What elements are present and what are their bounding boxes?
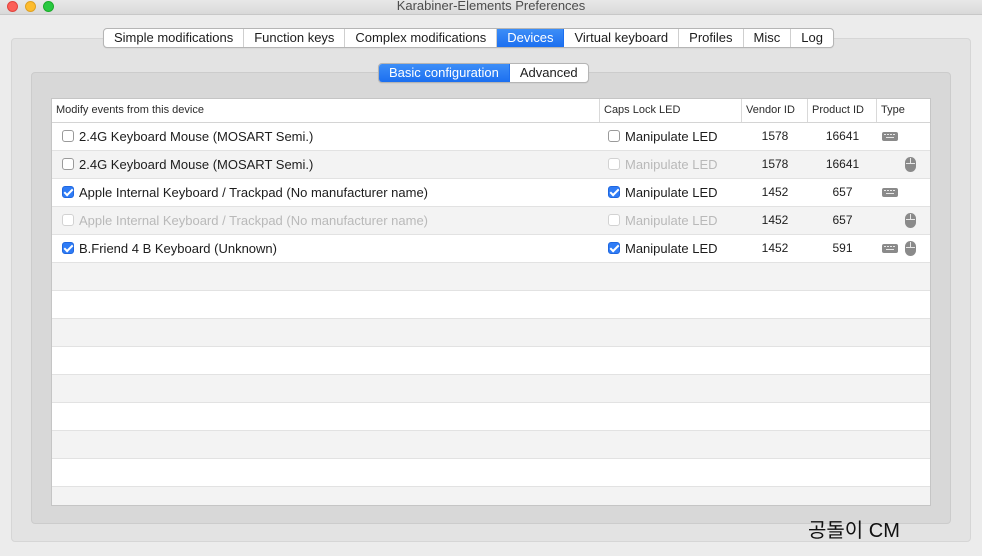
caps-lock-led-cell: Manipulate LED xyxy=(608,235,742,262)
device-type xyxy=(877,235,930,262)
device-type xyxy=(877,151,930,178)
keyboard-icon xyxy=(882,244,898,253)
keyboard-icon xyxy=(882,132,898,141)
modify-cell: B.Friend 4 B Keyboard (Unknown) xyxy=(52,235,600,262)
mouse-icon xyxy=(905,241,916,256)
table-row: Apple Internal Keyboard / Trackpad (No m… xyxy=(52,179,930,207)
vendor-id: 1578 xyxy=(761,157,789,171)
modify-events-checkbox[interactable] xyxy=(62,158,74,170)
subtab-basic-configuration[interactable]: Basic configuration xyxy=(379,64,510,82)
product-id: 16641 xyxy=(825,129,860,143)
device-type xyxy=(877,123,930,150)
column-header-product-id[interactable]: Product ID xyxy=(808,99,877,122)
product-id: 591 xyxy=(832,241,853,255)
manipulate-led-label: Manipulate LED xyxy=(625,241,718,256)
modify-events-checkbox xyxy=(62,214,74,226)
modify-cell: Apple Internal Keyboard / Trackpad (No m… xyxy=(52,179,600,206)
empty-table-row xyxy=(52,403,930,431)
device-name: Apple Internal Keyboard / Trackpad (No m… xyxy=(79,213,429,228)
tab-complex-modifications[interactable]: Complex modifications xyxy=(345,29,498,47)
table-row: 2.4G Keyboard Mouse (MOSART Semi.) Manipu… xyxy=(52,123,930,151)
column-header-modify[interactable]: Modify events from this device xyxy=(52,99,600,122)
tab-virtual-keyboard[interactable]: Virtual keyboard xyxy=(564,29,680,47)
column-header-caps-lock-led[interactable]: Caps Lock LED xyxy=(600,99,742,122)
empty-table-row xyxy=(52,347,930,375)
modify-cell: 2.4G Keyboard Mouse (MOSART Semi.) xyxy=(52,151,600,178)
caps-lock-led-cell: Manipulate LED xyxy=(608,151,742,178)
manipulate-led-label: Manipulate LED xyxy=(625,213,718,228)
title-bar: Karabiner-Elements Preferences xyxy=(0,0,982,15)
mouse-icon xyxy=(905,213,916,228)
modify-cell: Apple Internal Keyboard / Trackpad (No m… xyxy=(52,207,600,234)
column-header-vendor-id[interactable]: Vendor ID xyxy=(742,99,808,122)
manipulate-led-checkbox xyxy=(608,214,620,226)
devices-table: Modify events from this device Caps Lock… xyxy=(51,98,931,506)
empty-table-row xyxy=(52,319,930,347)
tab-misc[interactable]: Misc xyxy=(744,29,792,47)
manipulate-led-checkbox[interactable] xyxy=(608,186,620,198)
tab-devices[interactable]: Devices xyxy=(497,29,565,47)
product-id: 16641 xyxy=(825,157,860,171)
table-body: 2.4G Keyboard Mouse (MOSART Semi.) Manipu… xyxy=(52,123,930,505)
empty-table-row xyxy=(52,459,930,487)
keyboard-icon xyxy=(882,188,898,197)
empty-table-row xyxy=(52,263,930,291)
modify-events-checkbox[interactable] xyxy=(62,130,74,142)
table-row: B.Friend 4 B Keyboard (Unknown) Manipulat… xyxy=(52,235,930,263)
device-name: 2.4G Keyboard Mouse (MOSART Semi.) xyxy=(79,129,314,144)
vendor-id: 1452 xyxy=(761,213,789,227)
caps-lock-led-cell: Manipulate LED xyxy=(608,123,742,150)
empty-table-row xyxy=(52,375,930,403)
device-name: B.Friend 4 B Keyboard (Unknown) xyxy=(79,241,277,256)
tab-profiles[interactable]: Profiles xyxy=(679,29,744,47)
mouse-icon xyxy=(905,157,916,172)
product-id: 657 xyxy=(832,213,853,227)
manipulate-led-checkbox[interactable] xyxy=(608,242,620,254)
column-header-type[interactable]: Type xyxy=(877,99,930,122)
subtab-advanced[interactable]: Advanced xyxy=(510,64,588,82)
modify-cell: 2.4G Keyboard Mouse (MOSART Semi.) xyxy=(52,123,600,150)
manipulate-led-label: Manipulate LED xyxy=(625,157,718,172)
manipulate-led-checkbox xyxy=(608,158,620,170)
tab-simple-modifications[interactable]: Simple modifications xyxy=(104,29,245,47)
window-title: Karabiner-Elements Preferences xyxy=(396,0,586,13)
vendor-id: 1452 xyxy=(761,241,789,255)
vendor-id: 1452 xyxy=(761,185,789,199)
modify-events-checkbox[interactable] xyxy=(62,186,74,198)
device-name: Apple Internal Keyboard / Trackpad (No m… xyxy=(79,185,429,200)
sub-tab-bar: Basic configuration Advanced xyxy=(378,63,589,83)
table-row: 2.4G Keyboard Mouse (MOSART Semi.) Manipu… xyxy=(52,151,930,179)
caps-lock-led-cell: Manipulate LED xyxy=(608,179,742,206)
device-name: 2.4G Keyboard Mouse (MOSART Semi.) xyxy=(79,157,314,172)
main-tab-bar: Simple modifications Function keys Complex… xyxy=(103,28,834,48)
tab-function-keys[interactable]: Function keys xyxy=(244,29,346,47)
tab-log[interactable]: Log xyxy=(791,29,833,47)
empty-table-row xyxy=(52,487,930,505)
manipulate-led-label: Manipulate LED xyxy=(625,185,718,200)
device-type xyxy=(877,207,930,234)
modify-events-checkbox[interactable] xyxy=(62,242,74,254)
empty-table-row xyxy=(52,291,930,319)
manipulate-led-label: Manipulate LED xyxy=(625,129,718,144)
manipulate-led-checkbox[interactable] xyxy=(608,130,620,142)
watermark: 공돌이 CM xyxy=(808,520,900,542)
table-row: Apple Internal Keyboard / Trackpad (No m… xyxy=(52,207,930,235)
caps-lock-led-cell: Manipulate LED xyxy=(608,207,742,234)
product-id: 657 xyxy=(832,185,853,199)
empty-table-row xyxy=(52,431,930,459)
vendor-id: 1578 xyxy=(761,129,789,143)
table-header: Modify events from this device Caps Lock… xyxy=(52,99,930,123)
device-type xyxy=(877,179,930,206)
